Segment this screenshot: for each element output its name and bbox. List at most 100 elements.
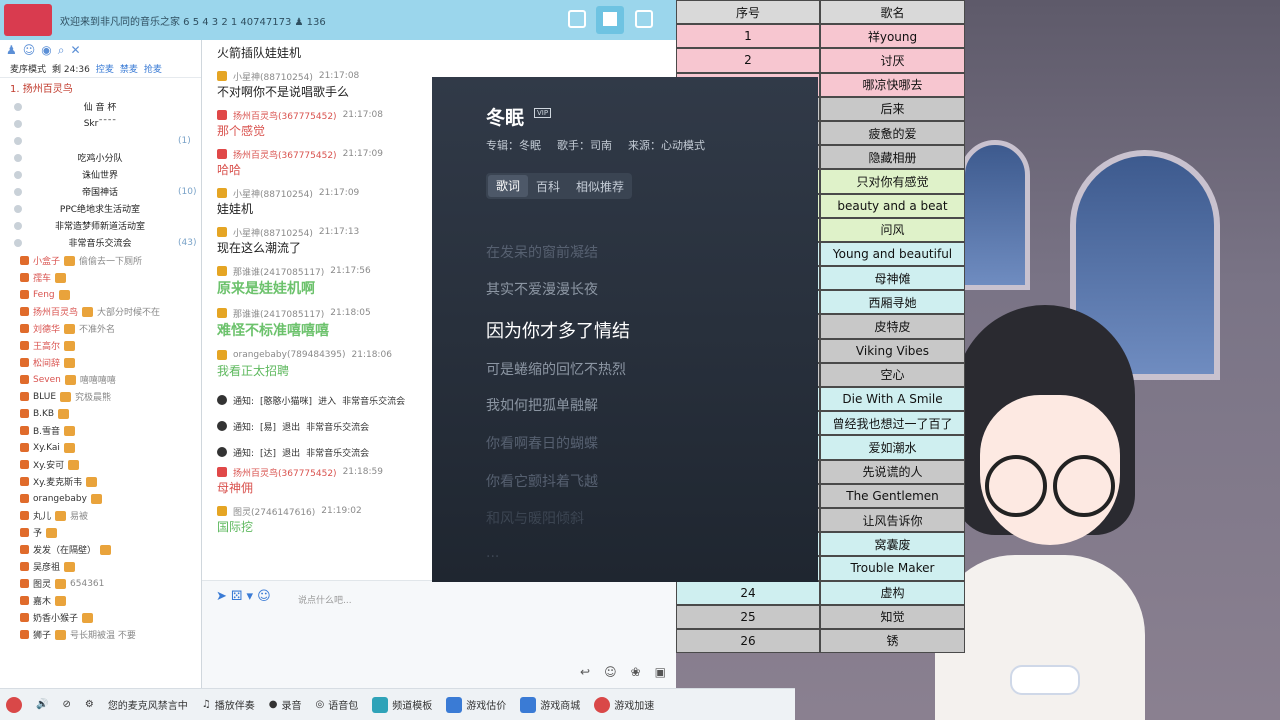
- member-item[interactable]: 狮子 号长期被温 不要: [0, 626, 202, 643]
- channel-item[interactable]: 非常造梦师新道活动室: [0, 217, 202, 234]
- song-list-header: 序号 歌名: [676, 0, 965, 25]
- channel-item[interactable]: (1): [0, 132, 202, 149]
- tab-similar[interactable]: 相似推荐: [568, 178, 632, 195]
- location-icon[interactable]: ◉: [41, 43, 51, 57]
- settings-icon[interactable]: ⚙: [85, 699, 94, 710]
- message-user[interactable]: 小星神(88710254): [233, 226, 313, 239]
- accompaniment-button[interactable]: ♫ 播放伴奏: [202, 697, 255, 712]
- user-icon: [217, 71, 227, 81]
- flower-icon[interactable]: ❀: [631, 665, 641, 679]
- song-row[interactable]: 26 锈: [676, 628, 965, 654]
- member-item[interactable]: 孺车: [0, 269, 202, 286]
- channel-item[interactable]: 吃鸡小分队: [0, 149, 202, 166]
- message-user[interactable]: orangebaby(789484395): [233, 350, 346, 360]
- member-item[interactable]: 发发（在隔壁）: [0, 541, 202, 558]
- member-item[interactable]: 扬州百灵鸟 大部分时候不在: [0, 303, 202, 320]
- channel-item[interactable]: 诛仙世界: [0, 166, 202, 183]
- lyrics-panel: 冬眠 VIP 专辑：冬眠 歌手：司南 来源：心动模式 歌词 百科 相似推荐 在发…: [432, 77, 818, 582]
- message-time: 21:17:13: [318, 227, 360, 237]
- lyric-line: 其实不爱漫漫长夜: [486, 282, 598, 298]
- song-row[interactable]: 24 虚构: [676, 580, 965, 605]
- member-item[interactable]: 吴彦祖: [0, 558, 202, 575]
- grab-mic-link[interactable]: 抢麦: [144, 62, 162, 75]
- emoji-toolbar[interactable]: ➤ ⚄ ▾ ☺: [216, 589, 286, 605]
- channel-template-button[interactable]: 频道模板: [372, 696, 432, 713]
- game-boost-button[interactable]: 游戏加速: [594, 696, 654, 713]
- member-item[interactable]: Xy.麦克斯韦: [0, 473, 202, 490]
- strawberry-icon[interactable]: [6, 696, 22, 713]
- home-button[interactable]: [596, 6, 624, 34]
- message-user[interactable]: 扬州百灵鸟(367775452): [233, 466, 337, 479]
- mic-mute-icon[interactable]: ⊘: [62, 699, 70, 710]
- notice-who[interactable]: [易]: [260, 420, 276, 433]
- message-user[interactable]: 小星神(88710254): [233, 187, 313, 200]
- singer-label: 歌手：司南: [557, 139, 612, 152]
- member-item[interactable]: 王高尔: [0, 337, 202, 354]
- search-icon[interactable]: ⌕: [58, 43, 65, 58]
- game-store-button[interactable]: 游戏商城: [520, 696, 580, 713]
- channel-item[interactable]: 非常音乐交流会 (43): [0, 234, 202, 251]
- mic-queue-item[interactable]: 1. 扬州百灵鸟: [0, 78, 201, 96]
- chat-input[interactable]: 说点什么吧...: [298, 593, 352, 606]
- song-title: 问风: [820, 217, 965, 242]
- message-user[interactable]: 扬州百灵鸟(367775452): [233, 109, 337, 122]
- record-button[interactable]: ● 录音: [269, 697, 302, 712]
- channel-item[interactable]: PPC绝地求生活动室: [0, 200, 202, 217]
- member-item[interactable]: B.KB: [0, 405, 202, 422]
- channel-name: 帝国神话: [81, 188, 118, 198]
- channel-status-icon: [14, 170, 22, 179]
- member-item[interactable]: 松间辞: [0, 354, 202, 371]
- member-item[interactable]: orangebaby: [0, 490, 202, 507]
- member-status: 嘻嘻嘻嘻: [79, 376, 116, 386]
- notice-who[interactable]: [达]: [260, 446, 276, 459]
- member-name: B.KB: [33, 408, 55, 419]
- member-name: 发发（在隔壁）: [33, 546, 97, 556]
- message-user[interactable]: 那谁谁(2417085117): [233, 265, 324, 278]
- member-item[interactable]: 刘德华 不准外名: [0, 320, 202, 337]
- volume-icon[interactable]: 🔊: [36, 699, 48, 710]
- send-icon[interactable]: ↩: [580, 665, 590, 679]
- member-item[interactable]: B.雪音: [0, 422, 202, 439]
- song-title: 窝囊废: [820, 532, 965, 557]
- control-mic-link[interactable]: 控麦: [96, 62, 114, 75]
- message-user[interactable]: 图灵(2746147616): [233, 505, 315, 518]
- message-user[interactable]: 小星神(88710254): [233, 70, 313, 83]
- notice-who[interactable]: [憨憨小猫咪]: [260, 394, 312, 407]
- ban-mic-link[interactable]: 禁麦: [120, 62, 138, 75]
- member-item[interactable]: 奶香小猴子: [0, 609, 202, 626]
- channel-item[interactable]: 仙 音 杯: [0, 98, 202, 115]
- member-name: Xy.安可: [33, 461, 65, 471]
- message-user[interactable]: 那谁谁(2417085117): [233, 307, 324, 320]
- mic-mode-label[interactable]: 麦序模式: [10, 62, 46, 75]
- member-item[interactable]: 予: [0, 524, 202, 541]
- message-user[interactable]: 扬州百灵鸟(367775452): [233, 148, 337, 161]
- tab-lyrics[interactable]: 歌词: [488, 175, 528, 197]
- chat-message: 火箭插队娃娃机: [202, 44, 676, 61]
- member-name: 松间辞: [33, 359, 61, 369]
- member-item[interactable]: Xy.安可: [0, 456, 202, 473]
- member-item[interactable]: 嘉木: [0, 592, 202, 609]
- reply-icon[interactable]: ☺: [604, 665, 617, 679]
- song-row[interactable]: 25 知觉: [676, 604, 965, 629]
- member-item[interactable]: BLUE 究极晨熊: [0, 388, 202, 405]
- member-item[interactable]: 小盒子 偷偷去一下厕所: [0, 252, 202, 269]
- screen-icon[interactable]: [568, 10, 586, 28]
- game-price-button[interactable]: 游戏估价: [446, 696, 506, 713]
- member-item[interactable]: Feng: [0, 286, 202, 303]
- user-icon[interactable]: ♟: [6, 43, 17, 57]
- member-item[interactable]: Xy.Kai: [0, 439, 202, 456]
- tab-wiki[interactable]: 百科: [528, 178, 568, 195]
- voice-pack-button[interactable]: ◎ 语音包: [316, 697, 359, 712]
- channel-item[interactable]: Skr¯¯¯¯: [0, 115, 202, 132]
- member-item[interactable]: 图灵 654361: [0, 575, 202, 592]
- song-row[interactable]: 1 祥young: [676, 24, 965, 49]
- gift-icon[interactable]: ▣: [655, 665, 666, 679]
- song-row[interactable]: 2 讨厌: [676, 48, 965, 73]
- member-item[interactable]: 丸儿 易被: [0, 507, 202, 524]
- grid-icon[interactable]: [635, 10, 653, 28]
- lyric-line: 在发呆的窗前凝结: [486, 245, 598, 261]
- member-item[interactable]: Seven 嘻嘻嘻嘻: [0, 371, 202, 388]
- channel-item[interactable]: 帝国神话 (10): [0, 183, 202, 200]
- chat-icon[interactable]: ☺: [23, 43, 36, 57]
- close-icon[interactable]: ✕: [71, 43, 81, 57]
